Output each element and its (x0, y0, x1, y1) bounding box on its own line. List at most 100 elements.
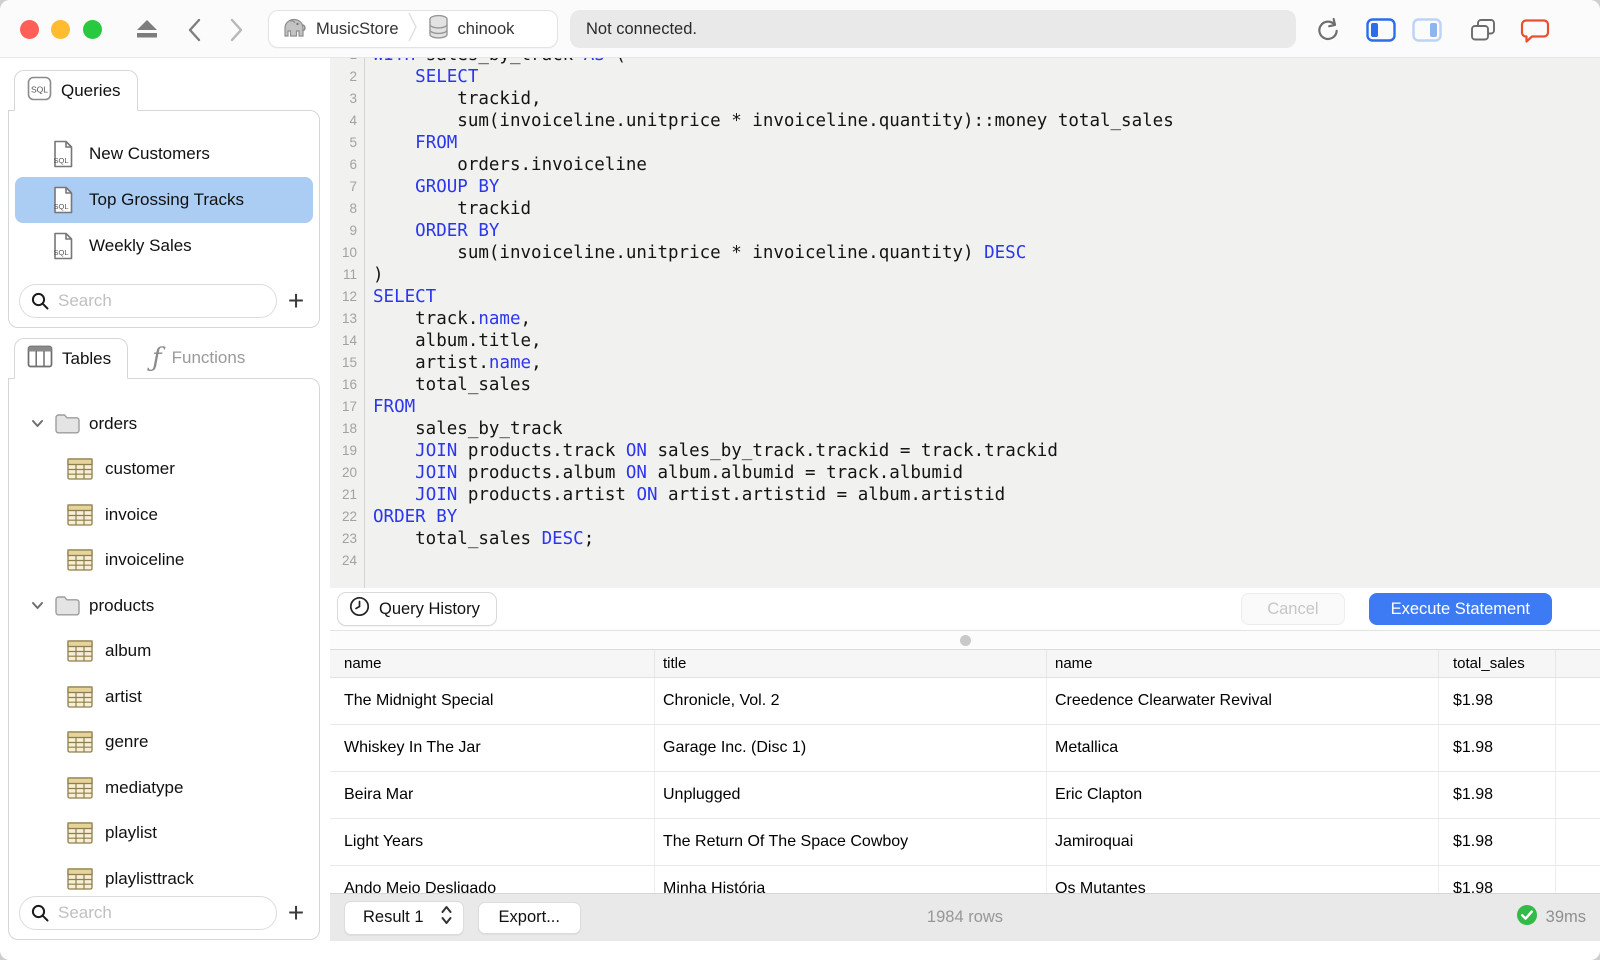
back-icon[interactable] (185, 17, 205, 43)
query-item-label: New Customers (89, 144, 210, 163)
tree-item-label: playlisttrack (105, 868, 194, 888)
tree-item-customer[interactable]: customer (9, 447, 319, 493)
table-cell[interactable]: Light Years (330, 819, 655, 865)
table-cell[interactable]: Eric Clapton (1047, 772, 1439, 818)
query-list-item[interactable]: SQL Top Grossing Tracks (15, 177, 313, 223)
table-cell[interactable]: Chronicle, Vol. 2 (655, 678, 1047, 724)
table-cell[interactable]: Metallica (1047, 725, 1439, 771)
minimize-window-button[interactable] (51, 20, 70, 39)
search-icon (30, 291, 50, 316)
chat-icon[interactable] (1520, 18, 1550, 43)
table-cell[interactable]: $1.98 (1439, 725, 1556, 771)
tables-tab-icon (27, 345, 53, 373)
tree-item-products[interactable]: products (9, 583, 319, 629)
table-cell[interactable]: $1.98 (1439, 866, 1556, 893)
code-line: JOIN products.album ON album.albumid = t… (415, 463, 964, 483)
table-cell[interactable]: $1.98 (1439, 772, 1556, 818)
table-icon (67, 640, 93, 662)
tree-item-playlist[interactable]: playlist (9, 811, 319, 857)
app-icon (281, 14, 308, 44)
cancel-button[interactable]: Cancel (1241, 593, 1345, 625)
sql-editor[interactable]: 123456789101112131415161718192021222324 … (330, 58, 1600, 588)
table-cell[interactable]: Beira Mar (330, 772, 655, 818)
tab-queries-label: Queries (61, 80, 121, 100)
result-selector[interactable]: Result 1 (344, 900, 464, 935)
tree-item-label: mediatype (105, 777, 184, 797)
table-cell[interactable]: Minha História (655, 866, 1047, 893)
line-number-gutter: 123456789101112131415161718192021222324 (330, 58, 365, 588)
table-icon (67, 504, 93, 526)
column-header[interactable]: name (1047, 650, 1439, 677)
table-row[interactable]: Whiskey In The Jar Garage Inc. (Disc 1) Me… (330, 725, 1600, 772)
zoom-window-button[interactable] (83, 20, 102, 39)
table-cell[interactable]: Jamiroquai (1047, 819, 1439, 865)
sql-tab-icon: SQL (27, 76, 52, 106)
column-header[interactable]: total_sales (1439, 650, 1556, 677)
table-row[interactable]: The Midnight Special Chronicle, Vol. 2 Cre… (330, 678, 1600, 725)
add-table-button[interactable]: + (281, 898, 311, 928)
sql-code[interactable]: WITH sales_by_track AS ( SELECT trackid,… (365, 58, 1600, 588)
table-cell[interactable]: Garage Inc. (Disc 1) (655, 725, 1047, 771)
query-list-item[interactable]: SQL New Customers (15, 131, 313, 177)
export-button[interactable]: Export... (477, 901, 581, 934)
splitter-handle[interactable] (959, 635, 971, 646)
table-cell[interactable]: Creedence Clearwater Revival (1047, 678, 1439, 724)
close-window-button[interactable] (20, 20, 39, 39)
table-cell-filler (1556, 772, 1600, 818)
tree-item-label: artist (105, 686, 142, 706)
query-history-button[interactable]: Query History (337, 592, 497, 626)
add-query-button[interactable]: + (281, 286, 311, 316)
line-number: 2 (349, 69, 357, 84)
line-number: 3 (349, 91, 357, 106)
column-header[interactable]: name (330, 650, 655, 677)
editor-actions: Query History Cancel Execute Statement (330, 588, 1600, 630)
tree-item-invoiceline[interactable]: invoiceline (9, 538, 319, 584)
table-cell[interactable]: $1.98 (1439, 678, 1556, 724)
tree-item-album[interactable]: album (9, 629, 319, 675)
table-cell[interactable]: Unplugged (655, 772, 1047, 818)
table-icon (67, 549, 93, 571)
queries-search-input[interactable] (19, 284, 277, 318)
tab-tables[interactable]: Tables (14, 338, 129, 379)
clock-icon (349, 596, 370, 622)
breadcrumb-database[interactable]: chinook (458, 20, 515, 39)
windows-icon[interactable] (1469, 18, 1497, 42)
line-number: 17 (341, 399, 357, 414)
titlebar: MusicStore chinook Not connected. (0, 0, 1600, 58)
tables-search-input[interactable] (19, 896, 277, 930)
tab-queries[interactable]: SQL Queries (14, 70, 138, 111)
tab-functions[interactable]: ƒ Functions (136, 338, 261, 378)
code-line: total_sales (373, 375, 532, 395)
forward-icon[interactable] (226, 17, 246, 43)
execute-statement-button[interactable]: Execute Statement (1368, 593, 1552, 625)
sql-file-icon: SQL (51, 232, 75, 260)
table-cell[interactable]: $1.98 (1439, 819, 1556, 865)
code-line: sum(invoiceline.unitprice * invoiceline.… (373, 243, 1027, 263)
breadcrumb-connection[interactable]: MusicStore (316, 20, 399, 39)
query-list-item[interactable]: SQL Weekly Sales (15, 223, 313, 269)
table-cell[interactable]: Whiskey In The Jar (330, 725, 655, 771)
table-row[interactable]: Light Years The Return Of The Space Cowbo… (330, 819, 1600, 866)
table-icon (67, 686, 93, 708)
table-cell[interactable]: The Midnight Special (330, 678, 655, 724)
tree-item-label: invoice (105, 504, 158, 524)
table-cell[interactable]: Ando Meio Desligado (330, 866, 655, 893)
table-cell[interactable]: The Return Of The Space Cowboy (655, 819, 1047, 865)
table-icon (67, 731, 93, 753)
tree-item-invoice[interactable]: invoice (9, 492, 319, 538)
table-row[interactable]: Beira Mar Unplugged Eric Clapton $1.98 (330, 772, 1600, 819)
eject-icon[interactable] (134, 18, 160, 40)
line-number: 1 (330, 58, 357, 66)
editor-results-splitter[interactable] (330, 630, 1600, 650)
table-cell[interactable]: Os Mutantes (1047, 866, 1439, 893)
column-header[interactable]: title (655, 650, 1047, 677)
refresh-icon[interactable] (1315, 17, 1341, 43)
panel-right-icon[interactable] (1412, 18, 1442, 42)
panel-left-icon[interactable] (1366, 18, 1396, 42)
tree-item-artist[interactable]: artist (9, 674, 319, 720)
tree-item-orders[interactable]: orders (9, 401, 319, 447)
table-row[interactable]: Ando Meio Desligado Minha História Os Muta… (330, 866, 1600, 893)
tab-tables-label: Tables (62, 348, 112, 368)
tree-item-genre[interactable]: genre (9, 720, 319, 766)
tree-item-mediatype[interactable]: mediatype (9, 765, 319, 811)
